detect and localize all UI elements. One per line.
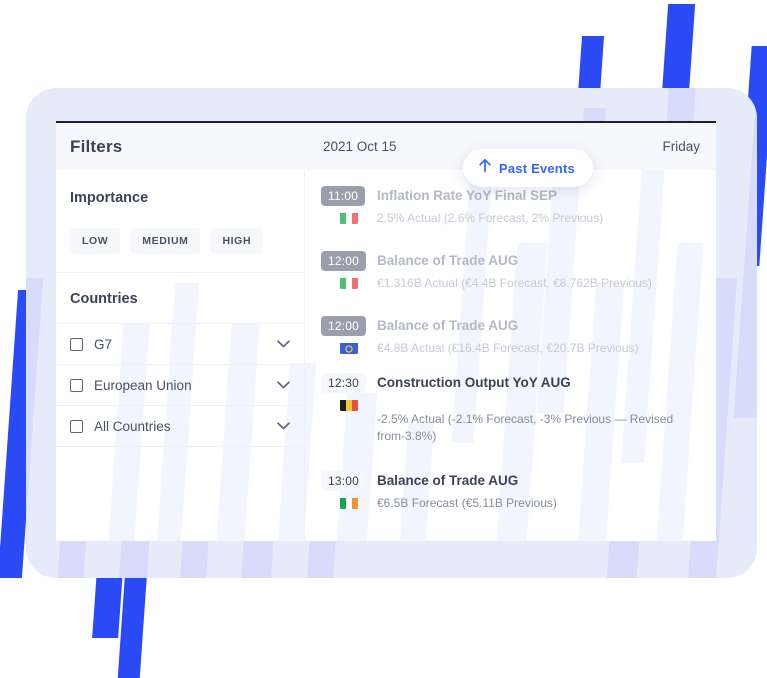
past-events-button[interactable]: Past Events xyxy=(463,149,593,187)
event-time-block: 11:00 xyxy=(321,184,377,227)
event-row[interactable]: 12:00 Balance of Trade AUG €4.8B Actual … xyxy=(305,314,716,357)
current-day-label: Friday xyxy=(662,139,700,154)
sidebar-item-european-union[interactable]: European Union xyxy=(56,364,304,405)
event-time-block: 14:30 xyxy=(321,540,377,541)
countries-section-title: Countries xyxy=(70,291,138,307)
calendar-card: Filters 2021 Oct 15 Friday Importance LO… xyxy=(56,121,716,541)
event-time-block: 12:00 xyxy=(321,249,377,292)
event-row[interactable]: 13:00 Balance of Trade AUG €6.5B Forecas… xyxy=(305,469,716,512)
event-info: Inflation Rate YoY Final SEP 2.5% Actual… xyxy=(377,184,702,227)
event-detail: €6.5B Forecast (€5.11B Previous) xyxy=(377,496,557,511)
event-detail: €1.316B Actual (€4.4B Forecast, €8.762B … xyxy=(377,276,652,291)
chevron-down-icon[interactable] xyxy=(277,376,290,394)
event-info: Balance of Trade AUG €1.316B Actual (€4.… xyxy=(377,249,702,292)
european-union-flag xyxy=(340,342,358,355)
importance-section-title: Importance xyxy=(70,190,149,206)
event-time-badge: 11:00 xyxy=(321,186,366,206)
decorative-bar xyxy=(733,118,757,418)
event-time-badge: 12:30 xyxy=(321,373,367,394)
screenshot-stage: Filters 2021 Oct 15 Friday Importance LO… xyxy=(0,0,767,678)
event-row[interactable]: 12:00 Balance of Trade AUG €1.316B Actua… xyxy=(305,249,716,292)
italy-flag xyxy=(340,212,358,224)
event-time-badge: 12:00 xyxy=(321,251,367,272)
event-row[interactable]: 11:00 Inflation Rate YoY Final SEP 2.5% … xyxy=(305,184,716,227)
sidebar-item-g7[interactable]: G7 xyxy=(56,323,304,364)
card-body: Importance LOW MEDIUM HIGH Countries G7 xyxy=(56,170,716,541)
sidebar-divider xyxy=(56,446,304,447)
event-detail: 2.5% Actual (2.6% Forecast, 2% Previous) xyxy=(377,211,604,226)
event-detail: €4.8B Actual (€16.4B Forecast, €20.7B Pr… xyxy=(377,341,639,356)
event-title: Construction Output YoY AUG xyxy=(377,375,571,391)
checkbox-all-countries[interactable] xyxy=(70,419,83,433)
sidebar-item-label: G7 xyxy=(94,336,113,352)
event-info: Balance of Trade AUG €4.8B Actual (€16.4… xyxy=(377,314,702,357)
italy-flag xyxy=(340,277,358,290)
sidebar-item-label: All Countries xyxy=(94,418,171,434)
importance-medium-button[interactable]: MEDIUM xyxy=(130,228,201,254)
arrow-up-icon xyxy=(478,158,492,178)
importance-low-button[interactable]: LOW xyxy=(70,228,121,254)
chevron-down-icon[interactable] xyxy=(277,417,290,435)
event-time-block: 13:00 xyxy=(321,469,377,512)
page-title: Filters xyxy=(70,136,123,156)
importance-options: LOW MEDIUM HIGH xyxy=(56,206,304,272)
events-list[interactable]: 11:00 Inflation Rate YoY Final SEP 2.5% … xyxy=(305,170,716,541)
event-info: Balance of Trade AUG €6.5B Forecast (€5.… xyxy=(377,469,702,512)
card-header: Filters 2021 Oct 15 Friday xyxy=(56,123,716,170)
belgium-flag xyxy=(340,399,358,412)
filters-sidebar: Importance LOW MEDIUM HIGH Countries G7 xyxy=(56,170,305,541)
importance-high-button[interactable]: HIGH xyxy=(210,228,264,254)
sidebar-item-label: European Union xyxy=(94,377,192,393)
event-info: Construction Output YoY AUG -2.5% Actual… xyxy=(377,371,702,445)
event-detail: -2.5% Actual (-2.1% Forecast, -3% Previo… xyxy=(377,412,674,444)
event-info: Foreign Exchange Reserves 08/OCT xyxy=(377,540,702,541)
event-title: Balance of Trade AUG xyxy=(377,318,519,334)
chevron-down-icon[interactable] xyxy=(277,335,290,353)
event-title: Balance of Trade AUG xyxy=(377,253,519,269)
decorative-bar xyxy=(26,278,44,578)
event-title: Balance of Trade AUG xyxy=(377,472,519,488)
event-time-block: 12:30 xyxy=(321,371,377,445)
event-title: Inflation Rate YoY Final SEP xyxy=(377,188,558,203)
event-time-badge: 13:00 xyxy=(321,470,367,491)
event-row[interactable]: 12:30 Construction Output YoY AUG -2.5% … xyxy=(305,371,716,445)
past-events-label: Past Events xyxy=(499,160,575,176)
checkbox-g7[interactable] xyxy=(70,337,83,351)
checkbox-european-union[interactable] xyxy=(70,378,83,392)
ireland-flag xyxy=(340,497,358,509)
event-time-badge: 12:00 xyxy=(321,316,367,337)
decorative-dot xyxy=(175,601,202,628)
event-time-block: 12:00 xyxy=(321,314,377,357)
current-date-label: 2021 Oct 15 xyxy=(323,139,397,154)
event-row[interactable]: 14:30 Foreign Exchange Reserves 08/OCT xyxy=(305,540,716,541)
sidebar-item-all-countries[interactable]: All Countries xyxy=(56,405,304,446)
